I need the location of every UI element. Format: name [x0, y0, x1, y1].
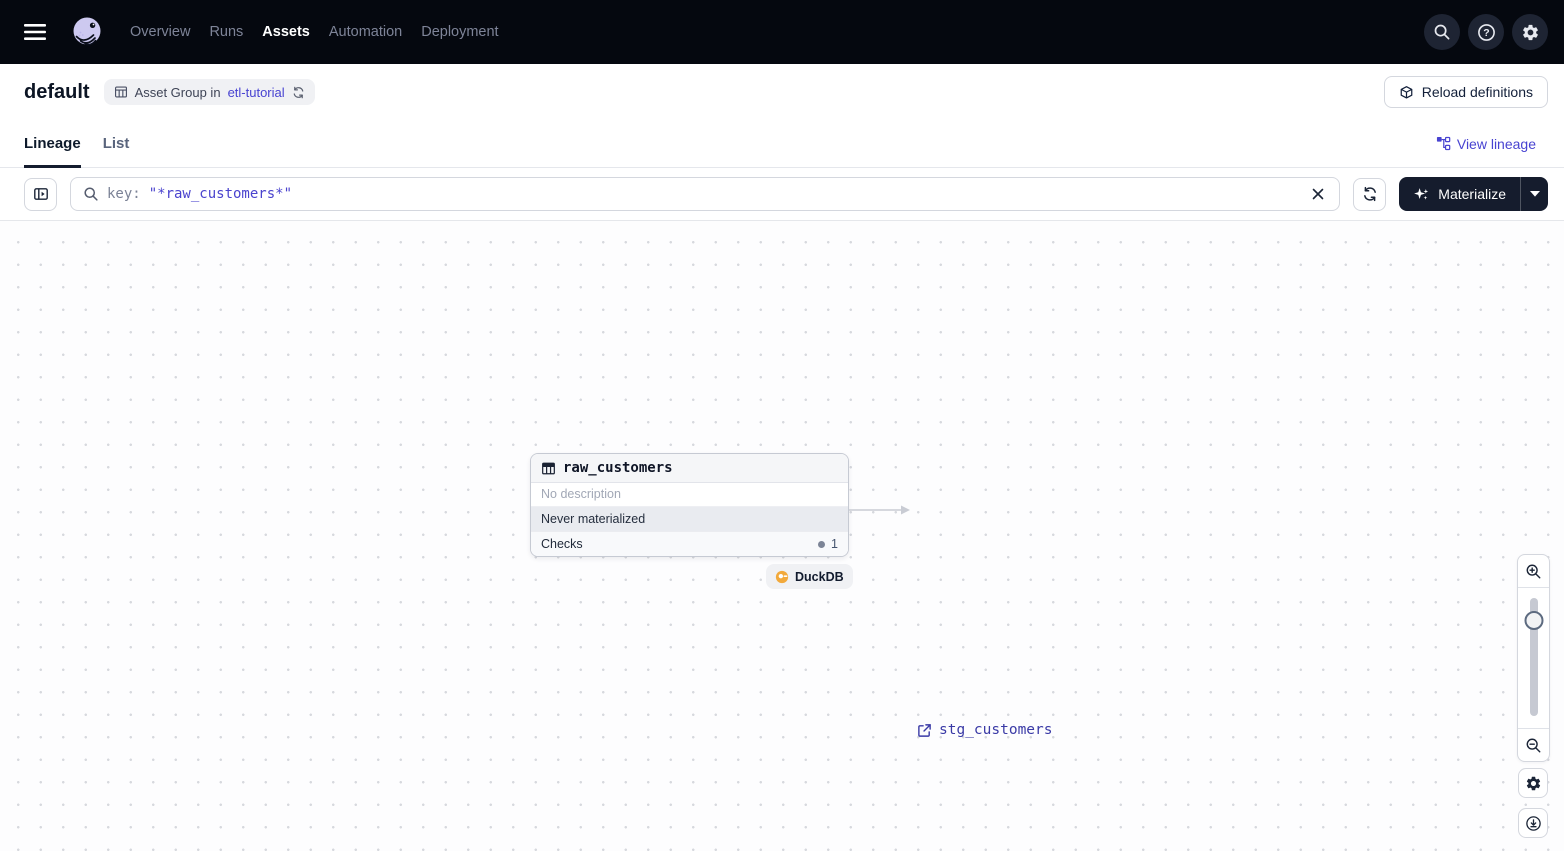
nav-item-automation[interactable]: Automation [329, 24, 402, 40]
caret-down-icon [1529, 191, 1540, 197]
graph-settings-button[interactable] [1518, 768, 1548, 798]
help-button[interactable]: ? [1468, 14, 1504, 50]
asset-filter-input[interactable]: key: "*raw_customers*" [70, 177, 1341, 211]
tabs-row: Lineage List View lineage [0, 120, 1564, 168]
collapse-panel-button[interactable] [24, 177, 57, 211]
asset-group-icon [114, 86, 127, 98]
filter-value: "*raw_customers*" [148, 186, 293, 202]
zoom-in-icon [1526, 564, 1541, 578]
checks-label: Checks [541, 537, 583, 551]
user-settings-button[interactable] [1512, 14, 1548, 50]
nav-right-actions: ? [1424, 14, 1548, 50]
zoom-in-button[interactable] [1518, 555, 1549, 588]
dagster-logo-icon [73, 17, 101, 46]
table-icon [541, 461, 556, 476]
code-location-link[interactable]: etl-tutorial [228, 85, 285, 100]
asset-name: raw_customers [563, 460, 673, 476]
checks-count: 1 [831, 537, 838, 551]
global-search-button[interactable] [1424, 14, 1460, 50]
asset-checks-row[interactable]: Checks 1 [531, 531, 848, 556]
materialize-button[interactable]: Materialize [1399, 177, 1520, 211]
sync-icon[interactable] [292, 86, 305, 99]
tab-list[interactable]: List [103, 120, 130, 167]
clear-filter-button[interactable] [1309, 185, 1327, 203]
filter-key-prefix: key: [107, 186, 141, 202]
nav-item-runs[interactable]: Runs [209, 24, 243, 40]
lineage-icon [1436, 136, 1451, 151]
nav-item-assets[interactable]: Assets [262, 24, 310, 40]
badge-text: Asset Group in [134, 84, 221, 100]
zoom-out-button[interactable] [1518, 728, 1549, 761]
close-icon [1312, 188, 1324, 200]
tab-lineage[interactable]: Lineage [24, 120, 81, 168]
zoom-controls [1517, 554, 1550, 762]
materialize-label: Materialize [1438, 186, 1506, 202]
downstream-asset-label: stg_customers [939, 722, 1053, 738]
asset-status: Never materialized [531, 507, 848, 531]
duckdb-icon [775, 570, 789, 583]
downstream-asset-link[interactable]: stg_customers [917, 718, 1053, 742]
asset-node-raw-customers[interactable]: raw_customers No description Never mater… [530, 453, 849, 557]
settings-icon [1526, 776, 1540, 790]
view-lineage-link[interactable]: View lineage [1436, 136, 1536, 152]
sparkles-icon [1414, 187, 1429, 200]
reload-definitions-button[interactable]: Reload definitions [1383, 76, 1548, 108]
asset-group-badge: Asset Group in etl-tutorial [103, 79, 315, 105]
kind-tag-label: DuckDB [795, 569, 844, 584]
reload-definitions-label: Reload definitions [1421, 84, 1533, 100]
search-icon [1434, 24, 1450, 40]
refresh-icon [1363, 186, 1376, 202]
recenter-icon [1525, 815, 1541, 831]
page-header: default Asset Group in etl-tutorial Relo… [0, 64, 1564, 120]
zoom-slider-knob[interactable] [1524, 611, 1543, 630]
svg-text:?: ? [1483, 27, 1489, 39]
recenter-button[interactable] [1518, 808, 1548, 838]
nav-item-overview[interactable]: Overview [130, 24, 190, 40]
asset-node-header: raw_customers [531, 454, 848, 483]
nav-item-deployment[interactable]: Deployment [421, 24, 498, 40]
search-icon [83, 186, 99, 202]
kind-tag-duckdb[interactable]: DuckDB [766, 564, 853, 589]
refresh-button[interactable] [1353, 177, 1387, 211]
lineage-canvas[interactable]: raw_customers No description Never mater… [0, 220, 1564, 851]
nav-links: Overview Runs Assets Automation Deployme… [130, 24, 499, 40]
top-nav: Overview Runs Assets Automation Deployme… [0, 0, 1564, 64]
hamburger-icon [24, 24, 46, 40]
lineage-edge [849, 505, 910, 515]
settings-icon [1522, 24, 1538, 40]
page-title: default [24, 80, 90, 103]
zoom-slider[interactable] [1518, 588, 1549, 728]
external-link-icon [918, 723, 931, 737]
code-location-icon [1400, 85, 1413, 99]
panel-toggle-icon [33, 188, 48, 200]
asset-description: No description [531, 483, 848, 507]
hamburger-menu-button[interactable] [24, 20, 48, 44]
lineage-toolbar: key: "*raw_customers*" Materialize [0, 168, 1564, 220]
materialize-options-button[interactable] [1520, 177, 1548, 211]
zoom-out-icon [1526, 738, 1541, 752]
help-icon: ? [1477, 23, 1495, 41]
dagster-logo[interactable] [70, 15, 104, 49]
checks-dot-icon [818, 540, 826, 548]
materialize-split-button: Materialize [1399, 177, 1548, 211]
view-lineage-label: View lineage [1456, 135, 1536, 152]
